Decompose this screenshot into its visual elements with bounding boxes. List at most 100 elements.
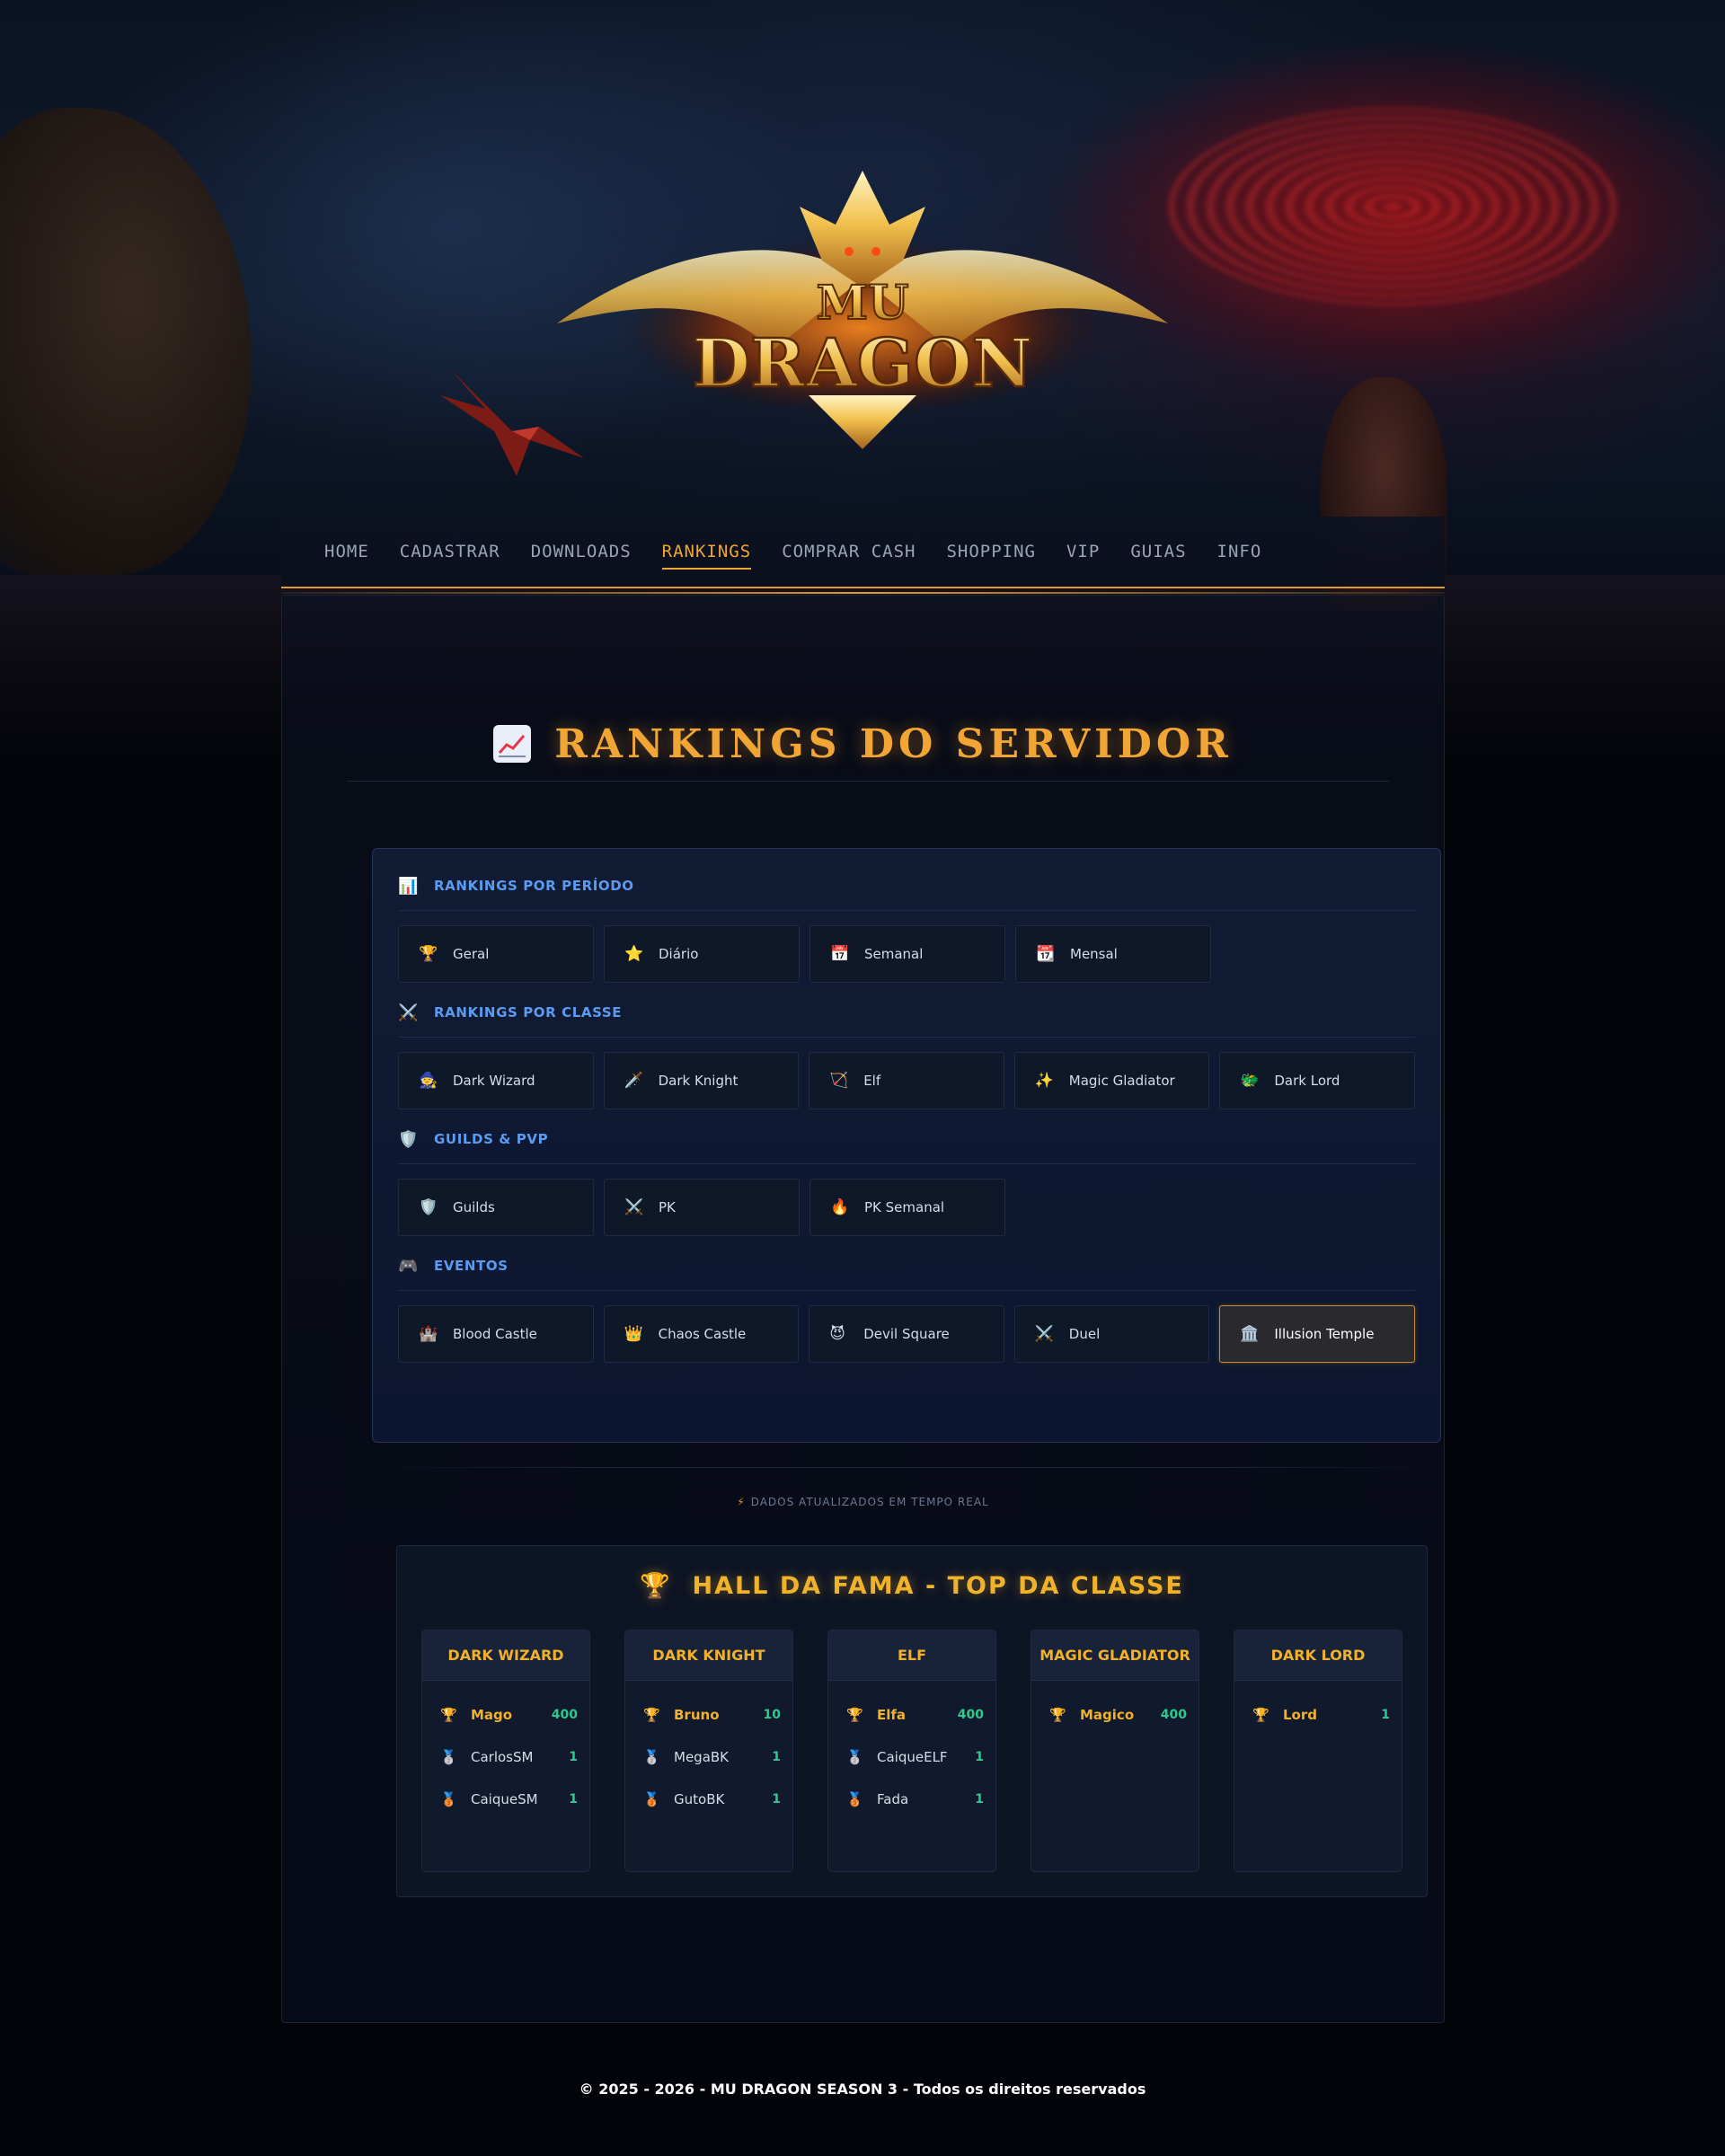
ranking-categories-panel: 📊 RANKINGS POR PERÍODO 🏆 Geral ⭐ Diário 📅 S… — [372, 848, 1441, 1443]
btn-diario[interactable]: ⭐ Diário — [604, 925, 800, 983]
btn-duel[interactable]: ⚔️ Duel — [1013, 1305, 1210, 1363]
player-name: Magico — [1080, 1706, 1135, 1723]
wizard-icon: 🧙 — [419, 1072, 438, 1090]
player-value: 1 — [569, 1749, 578, 1764]
section-title: EVENTOS — [434, 1258, 509, 1274]
nav-cadastrar[interactable]: CADASTRAR — [400, 535, 500, 569]
btn-devil-square[interactable]: 😈 Devil Square — [809, 1305, 1004, 1363]
nav-shopping[interactable]: SHOPPING — [946, 535, 1036, 569]
lightning-icon: ⚡ — [737, 1496, 746, 1508]
red-vortex-decoration — [1168, 108, 1617, 305]
crossed-swords-icon: ⚔️ — [1034, 1325, 1054, 1343]
btn-label: Magic Gladiator — [1068, 1073, 1175, 1089]
player-row[interactable]: 🥈 MegaBK 1 — [625, 1736, 792, 1778]
footer-copyright: © 2025 - 2026 - MU DRAGON SEASON 3 - Tod… — [579, 2081, 1146, 2098]
silver-medal-icon: 🥈 — [440, 1748, 457, 1765]
player-row[interactable]: 🥈 CarlosSM 1 — [422, 1736, 589, 1778]
nav-downloads[interactable]: DOWNLOADS — [531, 535, 632, 569]
btn-dark-wizard[interactable]: 🧙 Dark Wizard — [398, 1052, 594, 1109]
dragon-icon: 🐲 — [1240, 1072, 1260, 1090]
player-row[interactable]: 🏆 Magico 400 — [1031, 1693, 1199, 1736]
trophy-icon: 🏆 — [640, 1572, 672, 1600]
player-name: CarlosSM — [471, 1748, 534, 1765]
player-value: 10 — [763, 1707, 781, 1722]
btn-label: Geral — [453, 946, 490, 962]
player-name: Elfa — [877, 1706, 907, 1723]
section-title: GUILDS & PVP — [434, 1131, 549, 1147]
sparkles-icon: ✨ — [1034, 1072, 1054, 1090]
player-row[interactable]: 🥉 Fada 1 — [828, 1778, 995, 1820]
player-value: 400 — [957, 1707, 984, 1722]
btn-label: Dark Wizard — [453, 1073, 535, 1089]
player-name: Mago — [471, 1706, 513, 1723]
nav-vip[interactable]: VIP — [1066, 535, 1100, 569]
btn-label: Diário — [659, 946, 699, 962]
btn-dark-knight[interactable]: 🗡️ Dark Knight — [603, 1052, 800, 1109]
player-name: Fada — [877, 1790, 909, 1807]
btn-label: Chaos Castle — [658, 1326, 747, 1342]
temple-icon: 🏛️ — [1240, 1325, 1260, 1343]
section-divider — [398, 1163, 1415, 1164]
section-header: 📊 RANKINGS POR PERÍODO — [398, 874, 1415, 897]
dagger-icon: 🗡️ — [624, 1072, 643, 1090]
btn-illusion-temple[interactable]: 🏛️ Illusion Temple — [1219, 1305, 1415, 1363]
hall-of-fame-columns: DARK WIZARD 🏆 Mago 400 🥈 CarlosSM 1 🥉 CaiqueS… — [421, 1630, 1402, 1872]
calendar-icon: 📅 — [830, 945, 850, 963]
nav-comprar-cash[interactable]: COMPRAR CASH — [782, 535, 916, 569]
btn-magic-gladiator[interactable]: ✨ Magic Gladiator — [1013, 1052, 1210, 1109]
player-name: CaiqueSM — [471, 1790, 538, 1807]
player-name: Lord — [1283, 1706, 1317, 1723]
btn-dark-lord[interactable]: 🐲 Dark Lord — [1219, 1052, 1415, 1109]
player-list: 🏆 Magico 400 — [1031, 1681, 1199, 1736]
player-row[interactable]: 🏆 Bruno 10 — [625, 1693, 792, 1736]
btn-guilds[interactable]: 🛡️ Guilds — [398, 1179, 594, 1236]
section-header: 🎮 EVENTOS — [398, 1254, 1415, 1277]
player-row[interactable]: 🏆 Elfa 400 — [828, 1693, 995, 1736]
nav-info[interactable]: INFO — [1217, 535, 1262, 569]
crossed-swords-icon: ⚔️ — [398, 1003, 419, 1022]
silver-medal-icon: 🥈 — [846, 1748, 863, 1765]
trophy-icon: 🏆 — [440, 1706, 457, 1723]
btn-elf[interactable]: 🏹 Elf — [809, 1052, 1004, 1109]
nav-home[interactable]: HOME — [324, 535, 369, 569]
btn-label: Illusion Temple — [1274, 1326, 1375, 1342]
page-title-text: RANKINGS DO SERVIDOR — [554, 721, 1233, 767]
calendar-month-icon: 📆 — [1036, 945, 1056, 963]
btn-chaos-castle[interactable]: 👑 Chaos Castle — [603, 1305, 800, 1363]
silver-medal-icon: 🥈 — [643, 1748, 660, 1765]
btn-label: Devil Square — [863, 1326, 950, 1342]
btn-blood-castle[interactable]: 🏰 Blood Castle — [398, 1305, 594, 1363]
btn-label: PK — [659, 1199, 676, 1215]
btn-label: Mensal — [1070, 946, 1118, 962]
main-nav: HOME CADASTRAR DOWNLOADS RANKINGS COMPRA… — [281, 517, 1445, 594]
section-divider — [398, 1290, 1415, 1291]
crown-icon: 👑 — [624, 1325, 643, 1343]
player-row[interactable]: 🏆 Mago 400 — [422, 1693, 589, 1736]
btn-label: Elf — [863, 1073, 881, 1089]
trophy-icon: 🏆 — [1049, 1706, 1066, 1723]
section-classe: ⚔️ RANKINGS POR CLASSE 🧙 Dark Wizard 🗡️ Da… — [398, 1001, 1415, 1109]
player-value: 1 — [569, 1791, 578, 1807]
section-divider — [398, 1037, 1415, 1038]
class-card-elf: ELF 🏆 Elfa 400 🥈 CaiqueELF 1 🥉 Fada 1 — [827, 1630, 996, 1872]
player-row[interactable]: 🥉 GutoBK 1 — [625, 1778, 792, 1820]
player-name: Bruno — [674, 1706, 720, 1723]
nav-rankings[interactable]: RANKINGS — [661, 535, 752, 570]
btn-pk[interactable]: ⚔️ PK — [604, 1179, 800, 1236]
player-list: 🏆 Bruno 10 🥈 MegaBK 1 🥉 GutoBK 1 — [625, 1681, 792, 1820]
trophy-icon: 🏆 — [419, 945, 438, 963]
player-list: 🏆 Lord 1 — [1234, 1681, 1402, 1736]
player-row[interactable]: 🥉 CaiqueSM 1 — [422, 1778, 589, 1820]
btn-pk-semanal[interactable]: 🔥 PK Semanal — [809, 1179, 1005, 1236]
nav-guias[interactable]: GUIAS — [1130, 535, 1186, 569]
btn-semanal[interactable]: 📅 Semanal — [809, 925, 1005, 983]
player-name: MegaBK — [674, 1748, 730, 1765]
section-header: ⚔️ RANKINGS POR CLASSE — [398, 1001, 1415, 1024]
btn-mensal[interactable]: 📆 Mensal — [1015, 925, 1211, 983]
mu-dragon-logo[interactable]: MU DRAGON — [548, 171, 1177, 449]
btn-geral[interactable]: 🏆 Geral — [398, 925, 594, 983]
gamepad-icon: 🎮 — [398, 1256, 419, 1276]
player-row[interactable]: 🏆 Lord 1 — [1234, 1693, 1402, 1736]
player-row[interactable]: 🥈 CaiqueELF 1 — [828, 1736, 995, 1778]
class-card-title: DARK LORD — [1234, 1630, 1402, 1681]
